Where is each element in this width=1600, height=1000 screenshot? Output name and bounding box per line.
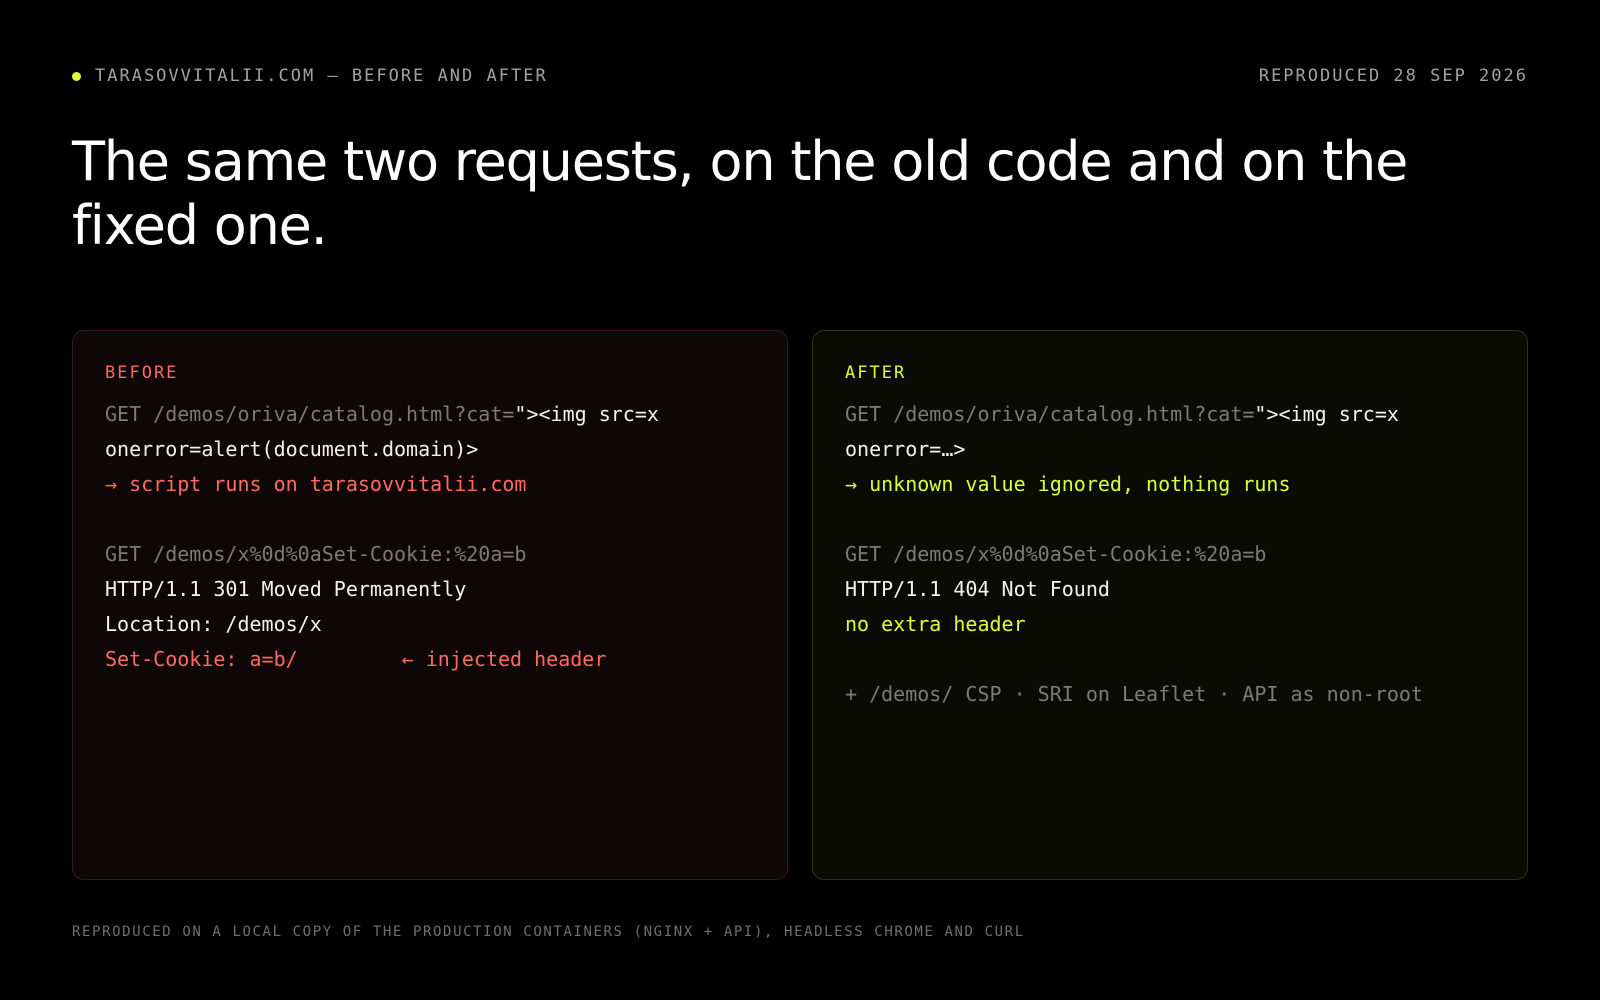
before-label: BEFORE [105, 363, 179, 383]
before-request-1-path: GET /demos/oriva/catalog.html?cat= [105, 402, 515, 426]
before-request-1-payload-cont: onerror=alert(document.domain)> [105, 437, 479, 461]
brand: TARASOVVITALII.COM — BEFORE AND AFTER [72, 66, 548, 86]
status-dot-icon [72, 71, 81, 81]
site-label: TARASOVVITALII.COM — BEFORE AND AFTER [95, 66, 548, 86]
reproduced-date: REPRODUCED 28 SEP 2026 [1258, 66, 1528, 86]
footer-note: REPRODUCED ON A LOCAL COPY OF THE PRODUC… [72, 924, 1025, 940]
before-request-1-result: → script runs on tarasovvitalii.com [105, 472, 527, 496]
after-request-1-payload: "><img src=x [1254, 402, 1399, 426]
after-response-note: no extra header [845, 612, 1026, 636]
after-panel: AFTER GET /demos/oriva/catalog.html?cat=… [812, 330, 1528, 880]
page-title: The same two requests, on the old code a… [72, 130, 1408, 257]
after-request-1-payload-cont: onerror=…> [845, 437, 966, 461]
before-response-cookie-row: Set-Cookie: a=b/ ← injected header [105, 642, 755, 677]
after-request-2-path: GET /demos/x%0d%0aSet-Cookie:%20a=b [845, 542, 1267, 566]
after-label: AFTER [845, 363, 907, 383]
after-extras: + /demos/ CSP · SRI on Leaflet · API as … [845, 682, 1423, 706]
before-response-status: HTTP/1.1 301 Moved Permanently [105, 577, 467, 601]
after-request-1: GET /demos/oriva/catalog.html?cat="><img… [845, 397, 1495, 432]
before-request-1: GET /demos/oriva/catalog.html?cat="><img… [105, 397, 755, 432]
before-request-2-path: GET /demos/x%0d%0aSet-Cookie:%20a=b [105, 542, 527, 566]
injected-header-note: ← injected header [401, 647, 607, 671]
after-request-1-path: GET /demos/oriva/catalog.html?cat= [845, 402, 1255, 426]
top-bar: TARASOVVITALII.COM — BEFORE AND AFTER RE… [72, 64, 1528, 88]
before-request-1-payload: "><img src=x [514, 402, 659, 426]
before-response-cookie: Set-Cookie: a=b/ [105, 647, 298, 671]
after-request-1-result: → unknown value ignored, nothing runs [845, 472, 1291, 496]
after-response-status: HTTP/1.1 404 Not Found [845, 577, 1110, 601]
before-response-location: Location: /demos/x [105, 612, 322, 636]
before-panel: BEFORE GET /demos/oriva/catalog.html?cat… [72, 330, 788, 880]
